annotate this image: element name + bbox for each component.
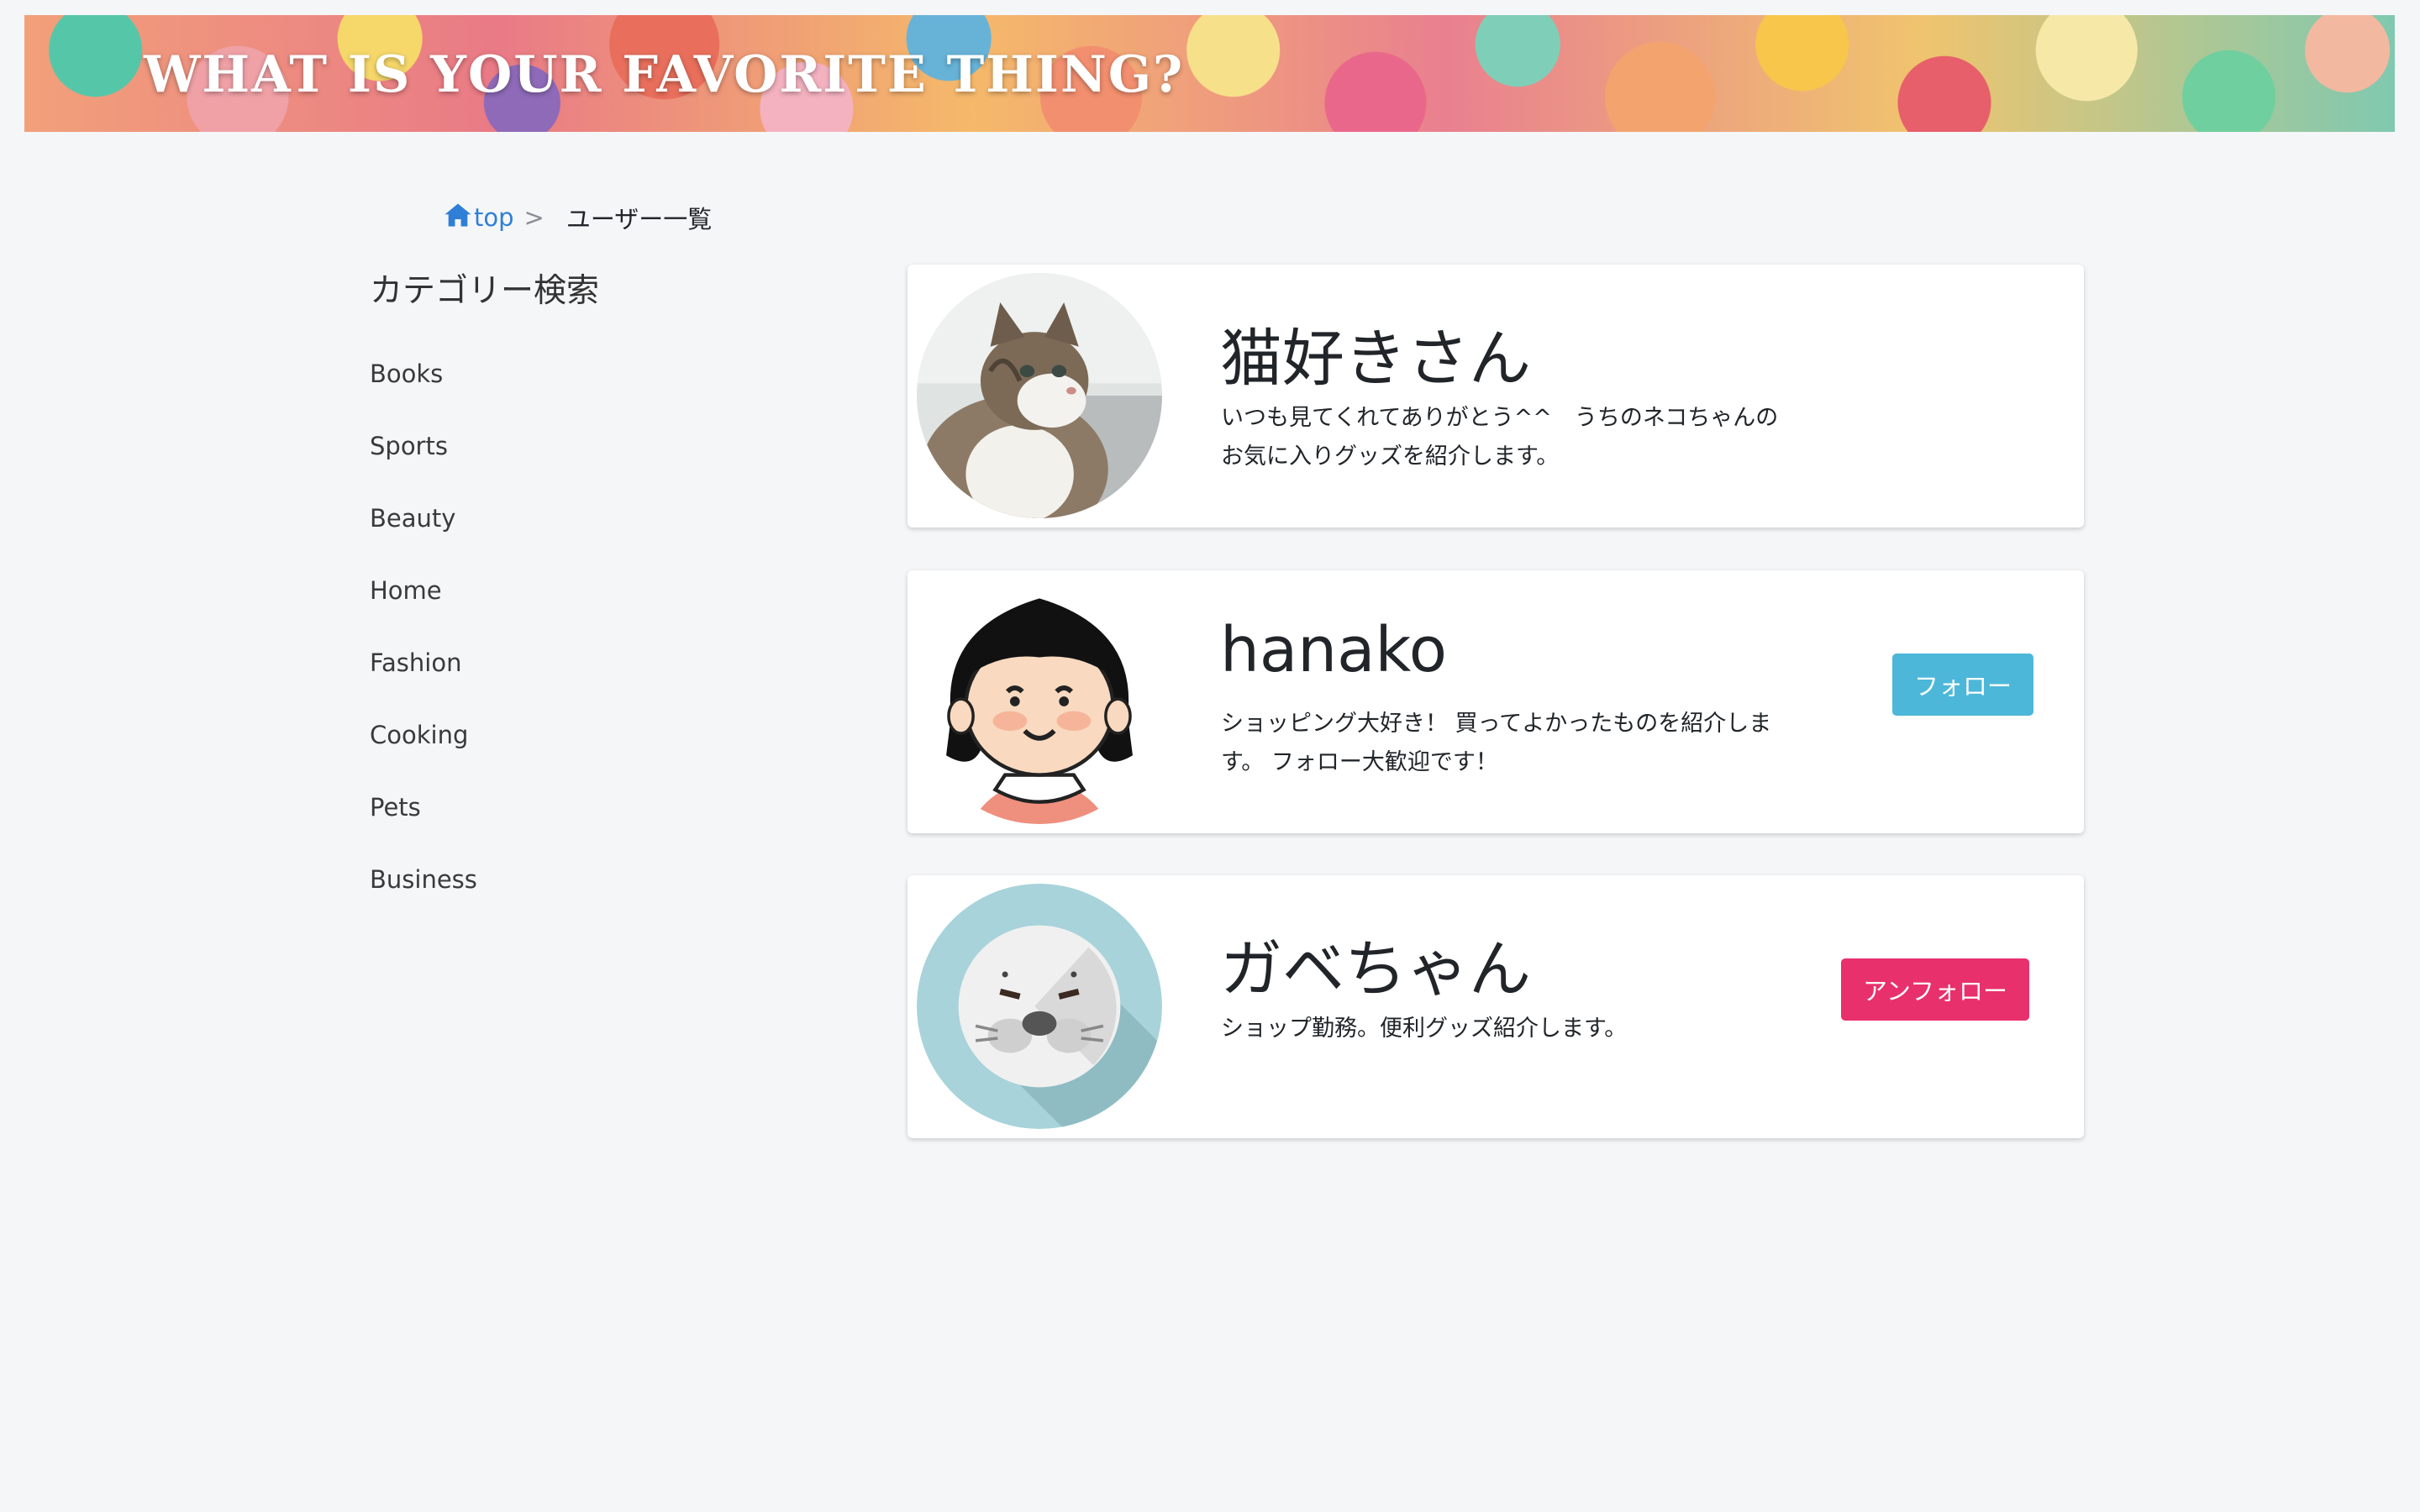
category-item-sports[interactable]: Sports <box>370 424 790 496</box>
user-bio: ショップ勤務。便利グッズ紹介します。 <box>1221 1016 1628 1042</box>
user-card: 猫好きさん いつも見てくれてありがとう^^ うちのネコちゃんのお気に入りグッズを… <box>908 265 2084 528</box>
category-item-business[interactable]: Business <box>370 858 790 930</box>
breadcrumb-separator: > <box>523 203 544 232</box>
user-card: hanako ショッピング大好き！ 買ってよかったものを紹介します。 フォロー大… <box>908 570 2084 833</box>
sidebar-title: カテゴリー検索 <box>370 272 600 310</box>
seal-avatar-icon[interactable] <box>917 884 1162 1129</box>
category-item-books[interactable]: Books <box>370 352 790 424</box>
breadcrumb-current: ユーザー一覧 <box>566 205 713 234</box>
follow-button[interactable]: フォロー <box>1892 654 2033 716</box>
user-card: ガベちゃん ショップ勤務。便利グッズ紹介します。 アンフォロー <box>908 875 2084 1138</box>
girl-avatar-icon[interactable] <box>917 579 1162 824</box>
user-bio: ショッピング大好き！ 買ってよかったものを紹介します。 フォロー大歓迎です！ <box>1221 711 1772 775</box>
category-item-home[interactable]: Home <box>370 569 790 641</box>
category-item-cooking[interactable]: Cooking <box>370 713 790 785</box>
category-sidebar: カテゴリー検索 Books Sports Beauty Home Fashion… <box>370 265 790 930</box>
user-bio: いつも見てくれてありがとう^^ うちのネコちゃんのお気に入りグッズを紹介します。 <box>1221 405 1779 470</box>
unfollow-button[interactable]: アンフォロー <box>1841 958 2029 1021</box>
cat-avatar-icon[interactable] <box>917 273 1162 518</box>
home-icon <box>444 202 474 234</box>
breadcrumb-home-label: top <box>474 203 514 232</box>
breadcrumb: top > ユーザー一覧 <box>444 200 712 235</box>
user-name[interactable]: 猫好きさん <box>1220 308 1531 398</box>
category-item-fashion[interactable]: Fashion <box>370 641 790 713</box>
banner-title: WHAT IS YOUR FAVORITE THING? <box>144 45 1185 104</box>
breadcrumb-home-link[interactable]: top <box>444 202 514 234</box>
user-name[interactable]: hanako <box>1220 614 1447 686</box>
category-item-pets[interactable]: Pets <box>370 785 790 858</box>
category-list: Books Sports Beauty Home Fashion Cooking… <box>370 352 790 930</box>
user-name[interactable]: ガベちゃん <box>1220 919 1531 1009</box>
header-banner: WHAT IS YOUR FAVORITE THING? <box>24 15 2395 132</box>
category-item-beauty[interactable]: Beauty <box>370 496 790 569</box>
